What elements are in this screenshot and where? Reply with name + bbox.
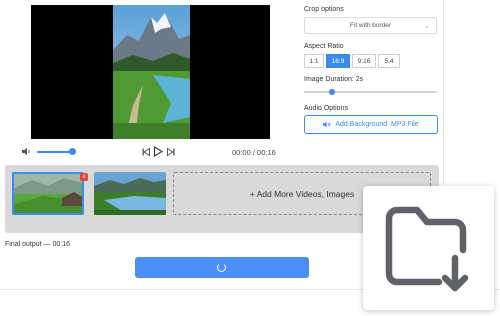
crop-options-select[interactable]: Fit with border ⌄	[304, 17, 437, 34]
image-duration-slider-track[interactable]	[304, 91, 437, 93]
video-preview[interactable]	[31, 5, 270, 139]
remove-clip-button[interactable]: x	[80, 173, 88, 181]
aspect-ratio-option[interactable]: 16:9	[326, 54, 350, 68]
image-duration-label: Image Duration: 2s	[304, 76, 364, 83]
clip-thumbnail	[14, 174, 82, 213]
folder-download-icon	[385, 206, 469, 292]
time-display: 00:00 / 00:16	[232, 148, 276, 157]
folder-download-card[interactable]	[363, 186, 494, 310]
volume-slider-fill	[37, 151, 72, 153]
audio-options-label: Audio Options	[304, 105, 348, 112]
skip-forward-icon[interactable]	[167, 148, 175, 156]
play-icon[interactable]	[153, 146, 163, 157]
panel-divider	[443, 0, 444, 185]
aspect-ratio-option[interactable]: 9:16	[352, 54, 376, 68]
loading-spinner-icon	[217, 263, 226, 272]
volume-icon[interactable]	[22, 147, 32, 156]
add-more-label: + Add More Videos, Images	[249, 188, 355, 199]
aspect-ratio-label: Aspect Ratio	[304, 43, 344, 50]
chevron-down-icon: ⌄	[424, 23, 430, 30]
timeline-clip[interactable]	[94, 172, 166, 215]
aspect-ratio-option[interactable]: 5:4	[378, 54, 400, 68]
skip-back-icon[interactable]	[142, 148, 150, 156]
crop-options-value: Fit with border	[349, 22, 392, 29]
video-frame	[113, 5, 190, 139]
crop-options-label: Crop options	[304, 6, 344, 13]
final-output-duration: Final output — 00:16	[5, 241, 70, 248]
landscape-image	[113, 5, 190, 139]
add-background-audio-label: Add Background .MP3 File	[335, 121, 419, 128]
aspect-ratio-option[interactable]: 1:1	[304, 54, 324, 68]
image-duration-slider-handle[interactable]	[329, 89, 335, 95]
volume-slider-handle[interactable]	[69, 148, 76, 155]
add-background-audio-button[interactable]: Add Background .MP3 File	[304, 115, 438, 134]
clip-thumbnail	[94, 172, 166, 215]
timeline-clip[interactable]	[12, 172, 84, 215]
speaker-icon	[323, 121, 331, 128]
export-button[interactable]	[135, 257, 309, 278]
